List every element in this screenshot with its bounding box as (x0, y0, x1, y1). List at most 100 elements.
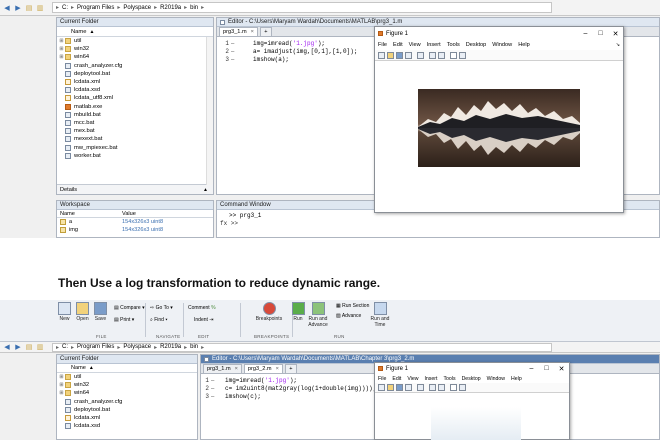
expand-icon[interactable]: ⊞ (59, 45, 64, 53)
minimize-icon[interactable]: – (578, 30, 593, 38)
menu-insert[interactable]: Insert (427, 42, 441, 48)
crumb-r2019a[interactable]: R2019a (160, 5, 181, 11)
menu-view[interactable]: View (409, 42, 421, 48)
legend-icon[interactable] (438, 384, 445, 391)
menu-edit[interactable]: Edit (392, 376, 401, 382)
pointer-icon[interactable] (450, 51, 457, 59)
run-time-button[interactable]: Run and Time (370, 302, 390, 338)
browse-folder-icon[interactable]: ▥ (35, 3, 45, 13)
open-file-icon[interactable] (387, 384, 394, 391)
ws-row[interactable]: img 154x326x3 uint8 (57, 226, 213, 234)
figure-window[interactable]: Figure 1 – □ ✕ File Edit View Insert Too… (374, 362, 570, 440)
code-area[interactable]: img=imread('1.jpg'); a= imadjust(img,[0,… (241, 40, 357, 65)
run-button[interactable]: Run (290, 302, 306, 338)
file-item[interactable]: worker.bat (59, 152, 213, 160)
figure-window[interactable]: Figure 1 – □ ✕ File Edit View Insert Too… (374, 26, 624, 213)
breadcrumb[interactable]: ▸ C: ▸ Program Files ▸ Polyspace ▸ R2019a ▸ … (52, 2, 552, 13)
file-item[interactable]: crash_analyzer.cfg (59, 62, 213, 70)
expand-icon[interactable]: ⊞ (59, 37, 64, 45)
print-icon[interactable] (405, 384, 412, 391)
browse-folder-icon[interactable]: ▥ (35, 342, 45, 352)
code-line[interactable]: c= im2uint8(mat2gray(log(1+double(img)))… (225, 385, 376, 393)
crumb-polyspace[interactable]: Polyspace (123, 5, 151, 11)
dock-arrow-icon[interactable]: ↘ (616, 42, 620, 48)
open-button[interactable]: Open (76, 302, 89, 338)
expand-icon[interactable]: ⊞ (59, 53, 64, 61)
menu-help[interactable]: Help (518, 42, 530, 48)
file-item[interactable]: ⊞ win64 (59, 389, 197, 397)
crumb-root[interactable]: C: (62, 344, 68, 350)
file-item[interactable]: mcc.bat (59, 119, 213, 127)
close-icon[interactable]: ✕ (554, 365, 569, 373)
menu-file[interactable]: File (378, 376, 386, 382)
tab-prg3-1[interactable]: prg3_1.m × (203, 364, 242, 373)
run-advance-button[interactable]: Run and Advance (308, 302, 328, 338)
property-editor-icon[interactable] (459, 384, 466, 391)
colorbar-icon[interactable] (429, 384, 436, 391)
close-tab-icon[interactable]: × (235, 365, 238, 373)
file-item[interactable]: lcdata.xml (59, 414, 197, 422)
menu-window[interactable]: Window (492, 42, 512, 48)
file-item[interactable]: lcdata.xsd (59, 86, 213, 94)
command-prompt[interactable]: fx >> (217, 220, 659, 228)
file-item[interactable]: mexext.bat (59, 135, 213, 143)
new-button[interactable]: New (58, 302, 71, 338)
breadcrumb[interactable]: ▸ C: ▸ Program Files ▸ Polyspace ▸ R2019a ▸ … (52, 342, 552, 352)
folder-open-icon[interactable]: ▤ (24, 3, 34, 13)
file-item[interactable]: lcdata.xml (59, 78, 213, 86)
file-item[interactable]: crash_analyzer.cfg (59, 398, 197, 406)
folder-open-icon[interactable]: ▤ (24, 342, 34, 352)
close-tab-icon[interactable]: × (276, 365, 279, 373)
print-button[interactable]: ▤ Print ▾ (114, 315, 134, 325)
legend-icon[interactable] (438, 51, 445, 59)
chevron-up-icon[interactable]: ▲ (203, 185, 208, 195)
ws-row[interactable]: a 154x326x3 uint8 (57, 218, 213, 226)
save-icon[interactable] (396, 51, 403, 59)
find-button[interactable]: ⌕ Find ▾ (150, 315, 167, 325)
maximize-icon[interactable]: □ (539, 365, 554, 373)
file-item[interactable]: lcdata_utf8.xml (59, 94, 213, 102)
file-item[interactable]: ⊞ win32 (59, 381, 197, 389)
menu-edit[interactable]: Edit (393, 42, 403, 48)
compare-button[interactable]: ▤ Compare ▾ (114, 303, 145, 313)
breakpoint-gutter[interactable]: – – – (231, 40, 241, 65)
code-line[interactable]: img=imread('1.jpg'); (225, 377, 376, 385)
expand-icon[interactable]: ⊞ (59, 381, 64, 389)
crumb-bin[interactable]: bin (190, 5, 198, 11)
code-line[interactable]: a= imadjust(img,[0,1],[1,0]); (253, 48, 357, 56)
open-file-icon[interactable] (387, 51, 394, 59)
file-item[interactable]: matlab.exe (59, 103, 213, 111)
code-area[interactable]: img=imread('1.jpg'); c= im2uint8(mat2gra… (221, 377, 376, 402)
file-item[interactable]: ⊞ win32 (59, 45, 213, 53)
menu-insert[interactable]: Insert (424, 376, 437, 382)
file-item[interactable]: ⊞ util (59, 37, 213, 45)
new-tab-button[interactable]: + (284, 364, 297, 373)
code-line[interactable]: imshow(c); (225, 393, 376, 401)
crumb-bin[interactable]: bin (190, 344, 198, 350)
expand-icon[interactable]: ⊞ (59, 389, 64, 397)
scrollbar[interactable] (206, 37, 213, 185)
comment-button[interactable]: Comment % (188, 303, 216, 313)
code-line[interactable]: img=imread('1.jpg'); (253, 40, 357, 48)
tab-prg3-1[interactable]: prg3_1.m × (219, 27, 258, 36)
file-item[interactable]: deploytool.bat (59, 70, 213, 78)
back-arrow-icon[interactable]: ◀ (2, 342, 12, 352)
file-item[interactable]: ⊞ win64 (59, 53, 213, 61)
breakpoint-gutter[interactable]: – – – (211, 377, 221, 402)
new-figure-icon[interactable] (378, 384, 385, 391)
name-column-header[interactable]: Name (71, 29, 86, 35)
save-button[interactable]: Save (94, 302, 107, 338)
new-tab-button[interactable]: + (259, 27, 272, 36)
forward-arrow-icon[interactable]: ▶ (13, 3, 23, 13)
property-editor-icon[interactable] (459, 51, 466, 59)
file-item[interactable]: mw_mpiexec.bat (59, 143, 213, 151)
code-line[interactable]: imshow(a); (253, 56, 357, 64)
menu-help[interactable]: Help (511, 376, 522, 382)
file-item[interactable]: lcdata.xsd (59, 422, 197, 430)
tab-prg3-2[interactable]: prg3_2.m × (243, 364, 283, 373)
crumb-polyspace[interactable]: Polyspace (123, 344, 151, 350)
menu-tools[interactable]: Tools (443, 376, 455, 382)
goto-button[interactable]: ⇨ Go To ▾ (150, 303, 173, 313)
crumb-r2019a[interactable]: R2019a (160, 344, 181, 350)
file-item[interactable]: mbuild.bat (59, 111, 213, 119)
